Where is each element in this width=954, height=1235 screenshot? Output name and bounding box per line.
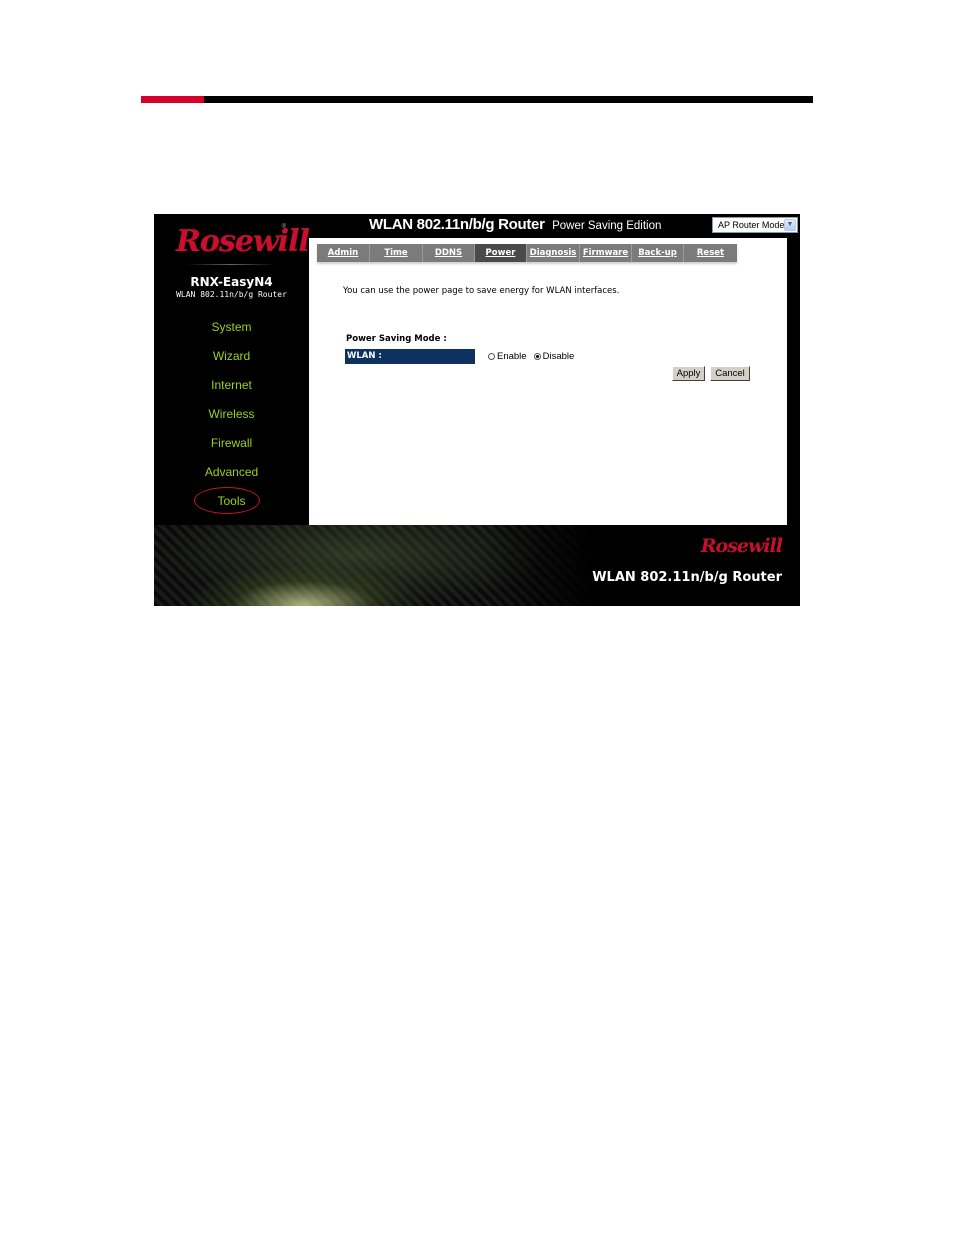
page-description: You can use the power page to save energ… (343, 286, 620, 296)
sidebar-nav: System Wizard Internet Wireless Firewall… (154, 318, 309, 521)
apply-button[interactable]: Apply (672, 366, 705, 381)
model-name: RNX-EasyN4 (190, 275, 273, 289)
enable-radio[interactable]: Enable (488, 351, 527, 362)
footer-logo: Rosewill (700, 535, 783, 557)
tab-firmware[interactable]: Firmware (580, 244, 632, 262)
header-rule-accent (141, 96, 204, 103)
sidebar-item-firewall[interactable]: Firewall (154, 434, 309, 463)
router-admin-screenshot: Rosewill ® RNX-EasyN4 WLAN 802.11n/b/g R… (154, 214, 800, 606)
mode-select[interactable]: AP Router Mode ▼ (712, 217, 798, 233)
tools-tabs: Admin Time DDNS Power Diagnosis Firmware… (317, 244, 737, 262)
header-title: WLAN 802.11n/b/g Router Power Saving Edi… (369, 216, 661, 234)
tab-diagnosis[interactable]: Diagnosis (527, 244, 580, 262)
tab-power[interactable]: Power (475, 244, 527, 262)
model-subtitle: WLAN 802.11n/b/g Router (176, 290, 287, 299)
sidebar-item-system[interactable]: System (154, 318, 309, 347)
wlan-label: WLAN : (345, 349, 475, 364)
radio-unchecked-icon[interactable] (488, 353, 495, 360)
highlight-ellipse (194, 487, 260, 514)
footer-banner: Rosewill WLAN 802.11n/b/g Router (154, 525, 800, 606)
footer-title: WLAN 802.11n/b/g Router (592, 570, 782, 585)
page-header-rule (141, 96, 813, 103)
brand-logo: Rosewill ® (176, 220, 310, 266)
product-edition: Power Saving Edition (552, 220, 662, 232)
product-title: WLAN 802.11n/b/g Router (369, 216, 545, 233)
sidebar-item-tools[interactable]: Tools (154, 487, 309, 521)
sidebar-item-wizard[interactable]: Wizard (154, 347, 309, 376)
power-saving-radio-group: Enable Disable (488, 351, 581, 362)
tab-admin[interactable]: Admin (317, 244, 370, 262)
mode-select-value: AP Router Mode (718, 220, 785, 230)
logo-text: Rosewill (176, 224, 310, 259)
content-panel: Admin Time DDNS Power Diagnosis Firmware… (309, 238, 787, 525)
registered-mark: ® (281, 224, 286, 230)
chevron-down-icon[interactable]: ▼ (784, 219, 796, 231)
cancel-button[interactable]: Cancel (710, 366, 750, 381)
disable-label: Disable (542, 351, 575, 362)
enable-label: Enable (497, 351, 527, 362)
sidebar: Rosewill ® RNX-EasyN4 WLAN 802.11n/b/g R… (154, 214, 310, 524)
header-bar: WLAN 802.11n/b/g Router Power Saving Edi… (309, 214, 800, 238)
sidebar-item-internet[interactable]: Internet (154, 376, 309, 405)
tab-ddns[interactable]: DDNS (423, 244, 475, 262)
tab-backup[interactable]: Back-up (632, 244, 684, 262)
tab-reset[interactable]: Reset (684, 244, 737, 262)
sidebar-item-wireless[interactable]: Wireless (154, 405, 309, 434)
disable-radio[interactable]: Disable (533, 351, 575, 362)
logo-underline (186, 264, 276, 265)
section-title: Power Saving Mode : (346, 334, 447, 344)
tab-time[interactable]: Time (370, 244, 423, 262)
radio-checked-icon[interactable] (533, 353, 541, 360)
